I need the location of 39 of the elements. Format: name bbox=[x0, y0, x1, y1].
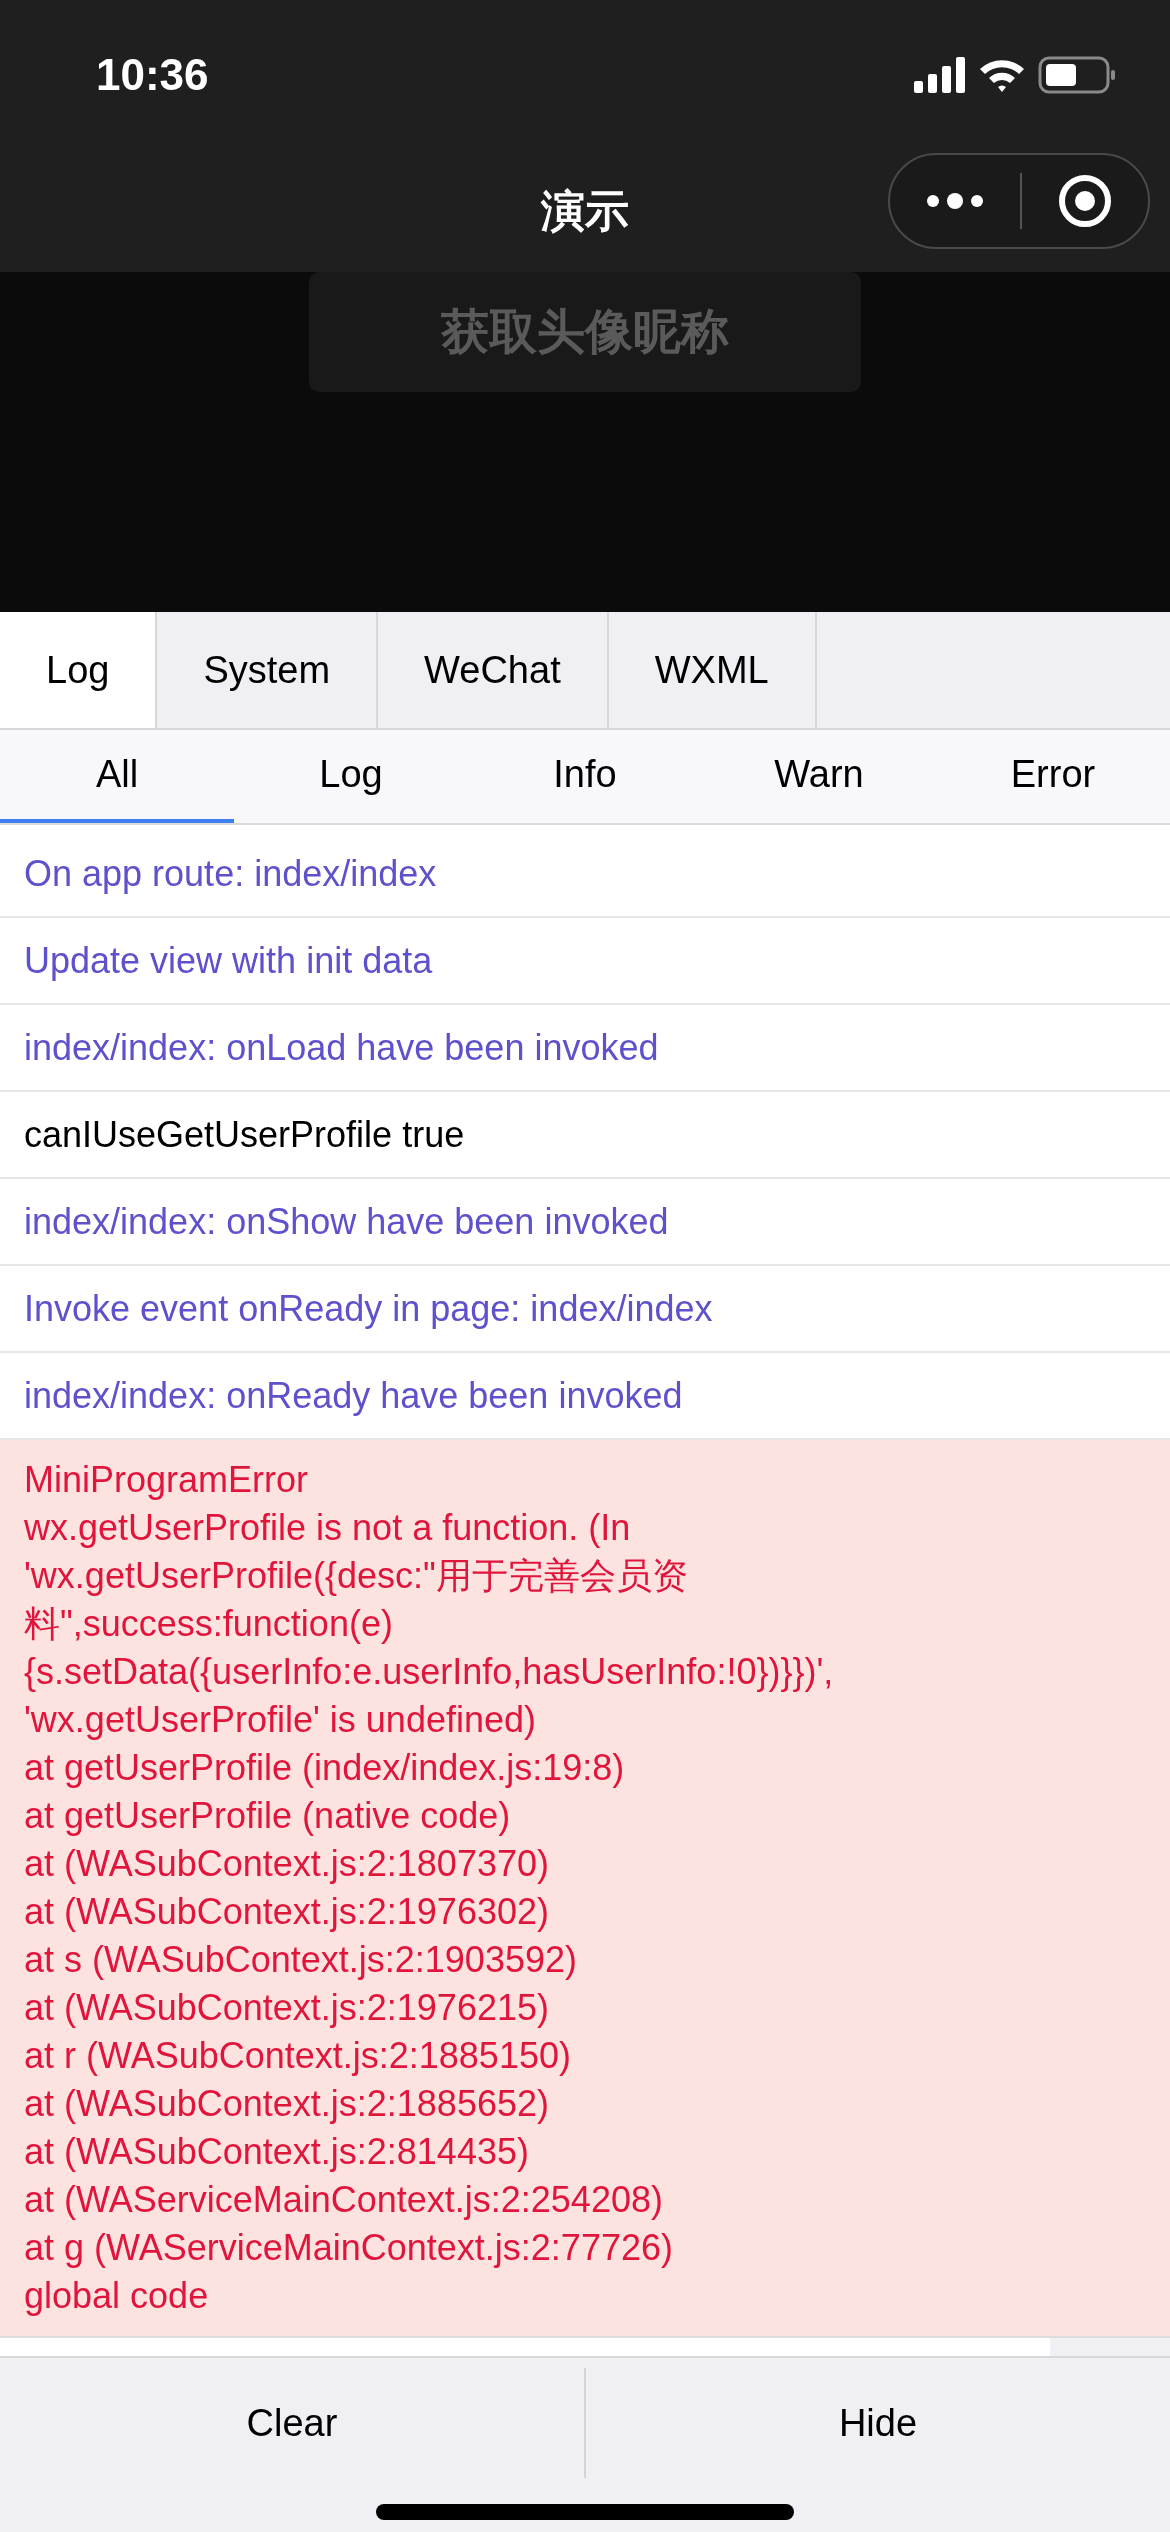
error-line: 'wx.getUserProfile' is undefined) bbox=[24, 1698, 537, 1742]
error-line: at (WASubContext.js:2:814435) bbox=[24, 2130, 530, 2174]
battery-icon bbox=[1038, 56, 1116, 94]
log-entry-text: index/index: onLoad have been invoked bbox=[24, 1025, 659, 1070]
error-line: at (WAServiceMainContext.js:2:254208) bbox=[24, 2178, 664, 2222]
log-entry-text: index/index: onReady have been invoked bbox=[24, 1373, 683, 1418]
error-line: at g (WAServiceMainContext.js:2:77726) bbox=[24, 2226, 674, 2270]
error-line: at s (WASubContext.js:2:1903592) bbox=[24, 1938, 578, 1982]
filter-tab[interactable]: Info bbox=[468, 730, 702, 823]
status-time: 10:36 bbox=[96, 49, 209, 101]
error-line: at getUserProfile (native code) bbox=[24, 1794, 512, 1838]
error-line: at (WASubContext.js:2:1885652) bbox=[24, 2082, 550, 2126]
error-line: MiniProgramError bbox=[24, 1458, 310, 1502]
error-line: global code bbox=[24, 2274, 210, 2318]
log-entry-text: On app route: index/index bbox=[24, 851, 437, 896]
error-line: at (WASubContext.js:2:1807370) bbox=[24, 1842, 550, 1886]
filter-tab[interactable]: Warn bbox=[702, 730, 936, 823]
wifi-icon bbox=[978, 57, 1026, 93]
console-tab[interactable]: Log bbox=[0, 612, 158, 728]
filter-tab[interactable]: Error bbox=[936, 730, 1170, 823]
error-line: at (WASubContext.js:2:1976302) bbox=[24, 1890, 550, 1934]
filter-tab[interactable]: Log bbox=[234, 730, 468, 823]
log-entry-text: canIUseGetUserProfile true bbox=[24, 1112, 465, 1157]
nav-title: 演示 bbox=[541, 185, 629, 237]
scrollbar-thumb[interactable] bbox=[1050, 2338, 1170, 2356]
log-entry-text: Invoke event onReady in page: index/index bbox=[24, 1286, 713, 1331]
error-line: at (WASubContext.js:2:1976215) bbox=[24, 1986, 550, 2030]
error-line: 'wx.getUserProfile({desc:"用于完善会员资 bbox=[24, 1554, 689, 1598]
error-line: {s.setData({userInfo:e.userInfo,hasUserInfo:!0})}})', bbox=[24, 1650, 835, 1694]
error-line: wx.getUserProfile is not a function. (In bbox=[24, 1506, 632, 1550]
signal-icon bbox=[914, 57, 966, 93]
clear-button[interactable]: Clear bbox=[226, 2384, 358, 2462]
error-line: at r (WASubContext.js:2:1885150) bbox=[24, 2034, 572, 2078]
hide-button[interactable]: Hide bbox=[818, 2384, 938, 2462]
horizontal-scrollbar[interactable] bbox=[0, 2338, 1170, 2358]
log-entry-text: index/index: onShow have been invoked bbox=[24, 1199, 669, 1244]
error-line: at getUserProfile (index/index.js:19:8) bbox=[24, 1746, 626, 1790]
error-line: 料",success:function(e) bbox=[24, 1602, 394, 1646]
log-entry-text: Update view with init data bbox=[24, 938, 433, 983]
